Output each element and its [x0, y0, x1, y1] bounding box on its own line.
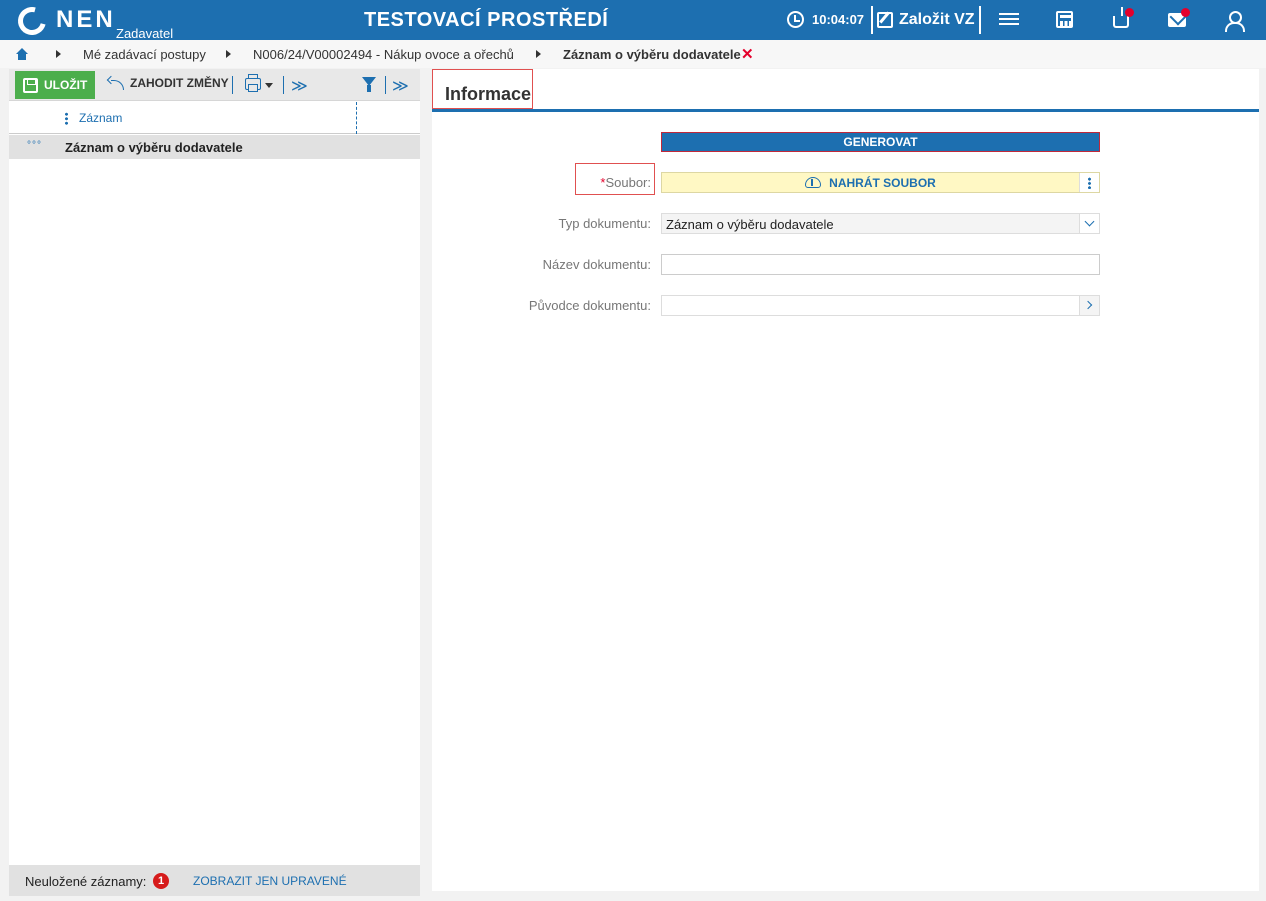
undo-icon [107, 77, 124, 90]
doc-name-label: Název dokumentu: [542, 257, 651, 272]
file-label-text: Soubor: [605, 175, 651, 190]
doc-origin-label: Původce dokumentu: [528, 298, 651, 313]
breadcrumb-arrow-icon [226, 50, 231, 58]
clock-icon [787, 11, 804, 28]
detail-panel: Informace GENEROVAT *Soubor: NAHRÁT SOUB… [432, 69, 1259, 891]
header-divider [979, 6, 981, 34]
doc-origin-field[interactable] [661, 295, 1100, 316]
generate-button[interactable]: GENEROVAT [661, 132, 1100, 152]
logo-subtitle: Zadavatel [116, 26, 174, 41]
column-title[interactable]: Záznam [79, 111, 122, 125]
unsaved-footer: Neuložené záznamy: 1 ZOBRAZIT JEN UPRAVE… [9, 865, 420, 896]
create-contract-label: Založit VZ [899, 11, 975, 28]
print-icon[interactable] [245, 74, 261, 92]
upload-file-field: NAHRÁT SOUBOR [661, 172, 1100, 193]
save-icon [23, 77, 38, 93]
nen-logo[interactable]: NEN Zadavatel [12, 1, 178, 41]
header-divider [871, 6, 873, 34]
upload-more-button[interactable] [1079, 173, 1099, 192]
breadcrumb-arrow-icon [56, 50, 61, 58]
notification-dot [1125, 8, 1134, 17]
inbox-download-icon[interactable] [1113, 7, 1129, 28]
grid-header: Záznam [9, 102, 420, 134]
notification-dot [1181, 8, 1190, 17]
more-vertical-icon [1088, 177, 1091, 189]
doc-type-value: Záznam o výběru dodavatele [666, 217, 834, 232]
upload-file-button[interactable]: NAHRÁT SOUBOR [662, 173, 1079, 192]
column-menu-icon[interactable] [65, 112, 68, 125]
doc-origin-lookup-button[interactable] [1079, 296, 1099, 315]
row-status-icon: °°° [27, 140, 42, 151]
user-profile-icon[interactable] [1224, 10, 1245, 32]
record-list-panel: ULOŽIT ZAHODIT ZMĚNY ≫ ≫ Záznam °°° Zázn… [9, 69, 420, 896]
breadcrumb-arrow-icon [536, 50, 541, 58]
edit-icon [877, 12, 893, 28]
top-header: NEN Zadavatel TESTOVACÍ PROSTŘEDÍ 10:04:… [0, 0, 1266, 41]
doc-type-label: Typ dokumentu: [558, 216, 652, 231]
discard-changes-button[interactable]: ZAHODIT ZMĚNY [107, 76, 229, 90]
filter-icon[interactable] [362, 77, 376, 93]
tab-underline [432, 109, 1259, 112]
tab-label: Informace [445, 84, 532, 104]
save-button[interactable]: ULOŽIT [15, 71, 95, 99]
expand-actions-icon[interactable]: ≫ [291, 76, 308, 96]
breadcrumb-my-procedures[interactable]: Mé zadávací postupy [83, 47, 206, 62]
upload-label: NAHRÁT SOUBOR [829, 175, 936, 190]
breadcrumb-procedure[interactable]: N006/24/V00002494 - Nákup ovoce a ořechů [253, 47, 514, 62]
home-icon[interactable] [16, 48, 28, 60]
doc-type-dropdown-button[interactable] [1079, 214, 1099, 233]
hamburger-menu-icon[interactable] [999, 10, 1019, 30]
file-label: *Soubor: [421, 175, 651, 190]
close-icon[interactable]: ✕ [741, 45, 754, 63]
cloud-upload-icon [805, 177, 822, 188]
calculator-icon[interactable] [1056, 11, 1073, 28]
table-row[interactable]: °°° Záznam o výběru dodavatele [9, 135, 420, 159]
session-time: 10:04:07 [812, 12, 865, 27]
toolbar-divider [385, 76, 386, 94]
list-toolbar: ULOŽIT ZAHODIT ZMĚNY ≫ ≫ [9, 69, 420, 101]
create-contract-button[interactable]: Založit VZ [877, 8, 975, 32]
unsaved-count-badge: 1 [153, 873, 169, 889]
unsaved-label: Neuložené záznamy: [25, 874, 147, 889]
breadcrumb-current: Záznam o výběru dodavatele [563, 47, 741, 62]
toolbar-divider [232, 76, 233, 94]
environment-title: TESTOVACÍ PROSTŘEDÍ [364, 9, 609, 31]
chevron-right-icon [1083, 300, 1093, 310]
caret-down-icon[interactable] [265, 83, 273, 88]
logo-text: NEN [56, 6, 116, 33]
logo-ring-icon [12, 1, 52, 41]
doc-name-input[interactable] [661, 254, 1100, 275]
save-label: ULOŽIT [44, 78, 88, 92]
tab-informace[interactable]: Informace [432, 69, 533, 109]
chevron-down-icon [1084, 216, 1095, 227]
show-edited-link[interactable]: ZOBRAZIT JEN UPRAVENÉ [193, 874, 347, 888]
column-resize-handle[interactable] [356, 102, 357, 134]
collapse-panel-icon[interactable]: ≫ [392, 76, 409, 96]
discard-label: ZAHODIT ZMĚNY [130, 76, 229, 90]
doc-type-select[interactable]: Záznam o výběru dodavatele [661, 213, 1100, 234]
row-label: Záznam o výběru dodavatele [65, 140, 243, 155]
toolbar-divider [283, 76, 284, 94]
breadcrumb: Mé zadávací postupy N006/24/V00002494 - … [0, 40, 1266, 68]
